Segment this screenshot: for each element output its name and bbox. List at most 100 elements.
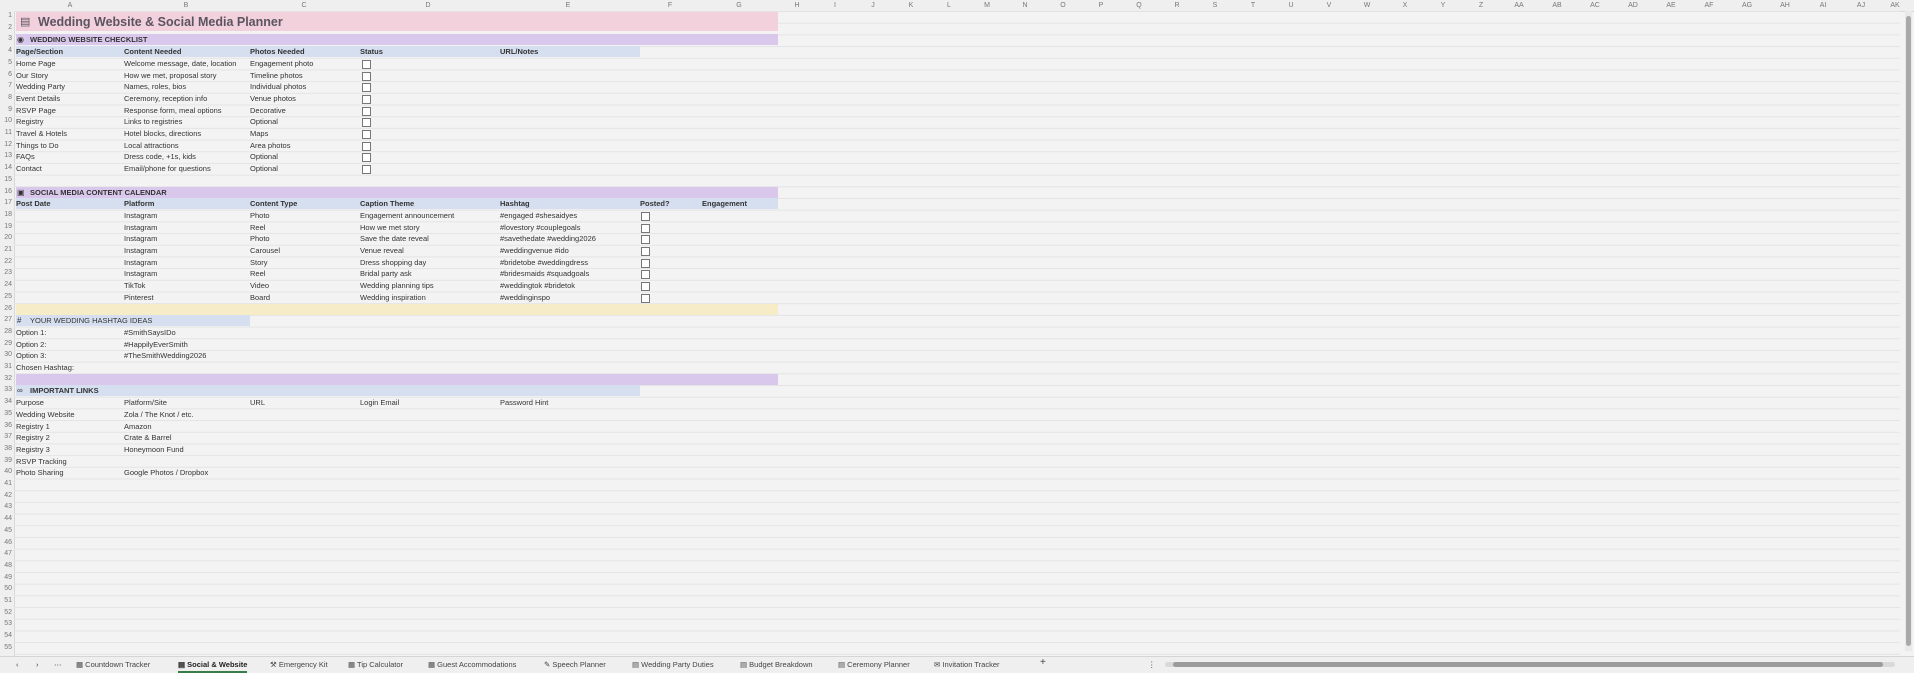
row-header[interactable]: 51 [0, 597, 12, 604]
row-header[interactable]: 19 [0, 223, 12, 230]
column-header[interactable]: L [939, 0, 959, 11]
status-checkbox[interactable] [362, 165, 371, 175]
options-icon[interactable]: ⋮ [1148, 659, 1156, 671]
column-header[interactable]: S [1205, 0, 1225, 11]
row-header[interactable]: 55 [0, 644, 12, 651]
row-header[interactable]: 42 [0, 492, 12, 499]
column-header[interactable]: V [1319, 0, 1339, 11]
row-header[interactable]: 25 [0, 293, 12, 300]
tab-scroll-right-icon[interactable]: › [36, 659, 39, 671]
row-header[interactable]: 11 [0, 129, 12, 136]
posted-checkbox[interactable] [641, 235, 650, 245]
column-header[interactable]: X [1395, 0, 1415, 11]
sheet-tab[interactable]: ▦ Tip Calculator [348, 659, 403, 671]
row-header[interactable]: 1 [0, 12, 12, 19]
column-header[interactable]: A [60, 0, 80, 11]
row-header[interactable]: 50 [0, 585, 12, 592]
status-checkbox[interactable] [362, 59, 371, 69]
row-header[interactable]: 14 [0, 164, 12, 171]
column-header[interactable]: W [1357, 0, 1377, 11]
sheet-tab[interactable]: ▦ Guest Accommodations [428, 659, 516, 671]
row-header[interactable]: 49 [0, 574, 12, 581]
row-header[interactable]: 40 [0, 468, 12, 475]
row-header[interactable]: 18 [0, 211, 12, 218]
row-header[interactable]: 15 [0, 176, 12, 183]
row-header[interactable]: 13 [0, 152, 12, 159]
row-header[interactable]: 45 [0, 527, 12, 534]
sheet-tab[interactable]: ⚒ Emergency Kit [270, 659, 328, 671]
column-header[interactable]: K [901, 0, 921, 11]
row-header[interactable]: 5 [0, 59, 12, 66]
row-header[interactable]: 16 [0, 188, 12, 195]
row-header[interactable]: 23 [0, 269, 12, 276]
row-header[interactable]: 24 [0, 281, 12, 288]
vertical-scroll-thumb[interactable] [1906, 16, 1911, 646]
column-header[interactable]: AF [1699, 0, 1719, 11]
status-checkbox[interactable] [362, 141, 371, 151]
status-checkbox[interactable] [362, 130, 371, 139]
row-header[interactable]: 54 [0, 632, 12, 639]
posted-checkbox[interactable] [641, 270, 650, 280]
horizontal-scroll-thumb[interactable] [1173, 662, 1883, 667]
posted-checkbox[interactable] [641, 293, 650, 303]
column-header[interactable]: AK [1885, 0, 1905, 11]
row-header[interactable]: 29 [0, 340, 12, 347]
sheet-tab[interactable]: ▦ Countdown Tracker [76, 659, 150, 671]
row-header[interactable]: 2 [0, 24, 12, 31]
sheet-tab[interactable]: ▤ Wedding Party Duties [632, 659, 714, 671]
status-checkbox[interactable] [362, 94, 371, 104]
row-header[interactable]: 34 [0, 398, 12, 405]
row-header[interactable]: 43 [0, 503, 12, 510]
row-header[interactable]: 36 [0, 422, 12, 429]
column-header[interactable]: AD [1623, 0, 1643, 11]
row-header[interactable]: 47 [0, 550, 12, 557]
column-header[interactable]: Q [1129, 0, 1149, 11]
tab-more-icon[interactable]: ⋯ [54, 659, 62, 671]
add-sheet-icon[interactable]: + [1040, 657, 1046, 669]
posted-checkbox[interactable] [641, 223, 650, 233]
column-header[interactable]: P [1091, 0, 1111, 11]
row-header[interactable]: 8 [0, 94, 12, 101]
column-header[interactable]: F [660, 0, 680, 11]
row-header[interactable]: 38 [0, 445, 12, 452]
column-header[interactable]: AE [1661, 0, 1681, 11]
column-header[interactable]: AA [1509, 0, 1529, 11]
posted-checkbox[interactable] [641, 258, 650, 268]
sheet-tab[interactable]: ▤ Ceremony Planner [838, 659, 910, 671]
tab-scroll-left-icon[interactable]: ‹ [16, 659, 19, 671]
column-header[interactable]: R [1167, 0, 1187, 11]
row-header[interactable]: 53 [0, 620, 12, 627]
sheet-tab[interactable]: ▤ Budget Breakdown [740, 659, 813, 671]
row-header[interactable]: 48 [0, 562, 12, 569]
row-header[interactable]: 33 [0, 386, 12, 393]
column-header[interactable]: H [787, 0, 807, 11]
column-header[interactable]: U [1281, 0, 1301, 11]
row-header[interactable]: 3 [0, 35, 12, 42]
column-header[interactable]: G [729, 0, 749, 11]
sheet-tab[interactable]: ✉ Invitation Tracker [934, 659, 999, 671]
column-header[interactable]: Y [1433, 0, 1453, 11]
row-header[interactable]: 35 [0, 410, 12, 417]
row-header[interactable]: 21 [0, 246, 12, 253]
column-header[interactable]: AH [1775, 0, 1795, 11]
column-header[interactable]: AI [1813, 0, 1833, 11]
sheet-tab[interactable]: ▤ Social & Website [178, 659, 248, 673]
column-header[interactable]: J [863, 0, 883, 11]
column-header[interactable]: AJ [1851, 0, 1871, 11]
row-header[interactable]: 31 [0, 363, 12, 370]
row-header[interactable]: 7 [0, 82, 12, 89]
column-header[interactable]: Z [1471, 0, 1491, 11]
column-header[interactable]: AC [1585, 0, 1605, 11]
column-header[interactable]: B [176, 0, 196, 11]
posted-checkbox[interactable] [641, 247, 650, 256]
status-checkbox[interactable] [362, 106, 371, 116]
row-header[interactable]: 9 [0, 106, 12, 113]
column-header[interactable]: C [294, 0, 314, 11]
column-header[interactable]: N [1015, 0, 1035, 11]
horizontal-scrollbar[interactable] [1165, 662, 1895, 667]
row-header[interactable]: 6 [0, 71, 12, 78]
column-header[interactable]: M [977, 0, 997, 11]
status-checkbox[interactable] [362, 71, 371, 81]
row-header[interactable]: 26 [0, 305, 12, 312]
posted-checkbox[interactable] [641, 282, 650, 292]
